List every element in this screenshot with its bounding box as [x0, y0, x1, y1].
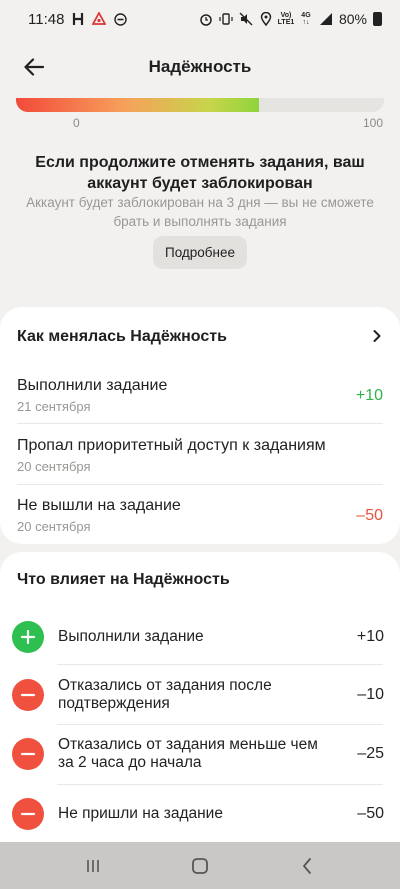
plus-icon	[12, 621, 44, 653]
arrow-left-icon	[24, 58, 44, 76]
scale-min-label: 0	[73, 116, 80, 130]
factor-item-value: –50	[357, 805, 384, 822]
app-header: Надёжность	[0, 38, 400, 96]
app-notification-icon	[71, 12, 85, 26]
factor-item-value: +10	[356, 628, 384, 645]
history-item-value: –50	[356, 507, 383, 524]
factor-item: Не пришли на задание –50	[12, 789, 384, 839]
volte-icon: Vo) LTE1	[277, 12, 295, 26]
divider	[17, 484, 383, 485]
history-card: Как менялась Надёжность Выполнили задани…	[0, 307, 400, 544]
history-item-date: 20 сентября	[17, 459, 91, 474]
reliability-bar	[16, 98, 384, 112]
chevron-left-icon	[302, 857, 311, 874]
page-title: Надёжность	[148, 57, 252, 76]
history-item-title: Не вышли на задание	[17, 497, 181, 514]
recent-apps-button[interactable]	[73, 851, 113, 881]
factor-item: Выполнили задание +10	[12, 612, 384, 662]
history-item: Выполнили задание 21 сентября +10	[17, 377, 383, 437]
signal-icon	[319, 12, 333, 26]
warning-title: Если продолжите отменять задания, ваш ак…	[35, 154, 365, 192]
chevron-right-icon[interactable]	[370, 329, 384, 343]
divider	[57, 664, 383, 665]
alarm-icon	[199, 12, 213, 26]
factor-item-text: Отказались от задания меньше чем за 2 ча…	[58, 736, 318, 771]
history-item: Не вышли на задание 20 сентября –50	[17, 497, 383, 557]
factor-item-text: Не пришли на задание	[58, 805, 223, 822]
warning-subtitle: Аккаунт будет заблокирован на 3 дня — вы…	[26, 195, 374, 229]
home-icon	[192, 857, 208, 874]
history-item-value: +10	[355, 387, 383, 404]
minus-icon	[12, 738, 44, 770]
scale-max-label: 100	[362, 116, 383, 130]
divider	[57, 784, 383, 785]
status-time: 11:48	[28, 10, 65, 28]
factor-item-text: Отказались от задания после подтверждени…	[58, 677, 272, 712]
factors-card: Что влияет на Надёжность Выполнили задан…	[0, 552, 400, 852]
reliability-bar-fill	[16, 98, 259, 112]
history-item: Пропал приоритетный доступ к заданиям 20…	[17, 437, 383, 497]
back-button[interactable]	[18, 51, 50, 83]
history-card-title[interactable]: Как менялась Надёжность	[17, 328, 227, 346]
battery-icon	[373, 12, 382, 26]
mute-icon	[239, 12, 253, 26]
system-nav-bar	[0, 842, 400, 889]
more-details-button[interactable]: Подробнее	[153, 236, 247, 269]
divider	[17, 423, 383, 424]
minus-icon	[12, 679, 44, 711]
recent-apps-icon	[87, 859, 100, 872]
factor-item-value: –25	[357, 745, 384, 762]
factor-item-value: –10	[357, 686, 384, 703]
do-not-disturb-icon	[113, 12, 127, 26]
network-4g-icon: 4G ↑↓	[301, 12, 311, 26]
location-icon	[259, 12, 273, 26]
status-bar: 11:48 Vo) LTE1 4G ↑↓ 80%	[0, 0, 400, 38]
factors-card-title: Что влияет на Надёжность	[17, 571, 230, 588]
history-item-title: Выполнили задание	[17, 377, 168, 394]
factor-item-text: Выполнили задание	[58, 628, 204, 645]
battery-percentage: 80%	[338, 11, 367, 27]
history-item-date: 20 сентября	[17, 519, 91, 534]
history-item-date: 21 сентября	[17, 399, 91, 414]
factor-item: Отказались от задания меньше чем за 2 ча…	[12, 729, 384, 779]
system-back-button[interactable]	[287, 851, 327, 881]
minus-icon	[12, 798, 44, 830]
alert-notification-icon	[92, 12, 107, 26]
factor-item: Отказались от задания после подтверждени…	[12, 670, 384, 720]
divider	[57, 724, 383, 725]
vibrate-icon	[219, 12, 233, 26]
history-item-title: Пропал приоритетный доступ к заданиям	[17, 437, 326, 454]
home-button[interactable]	[180, 851, 220, 881]
